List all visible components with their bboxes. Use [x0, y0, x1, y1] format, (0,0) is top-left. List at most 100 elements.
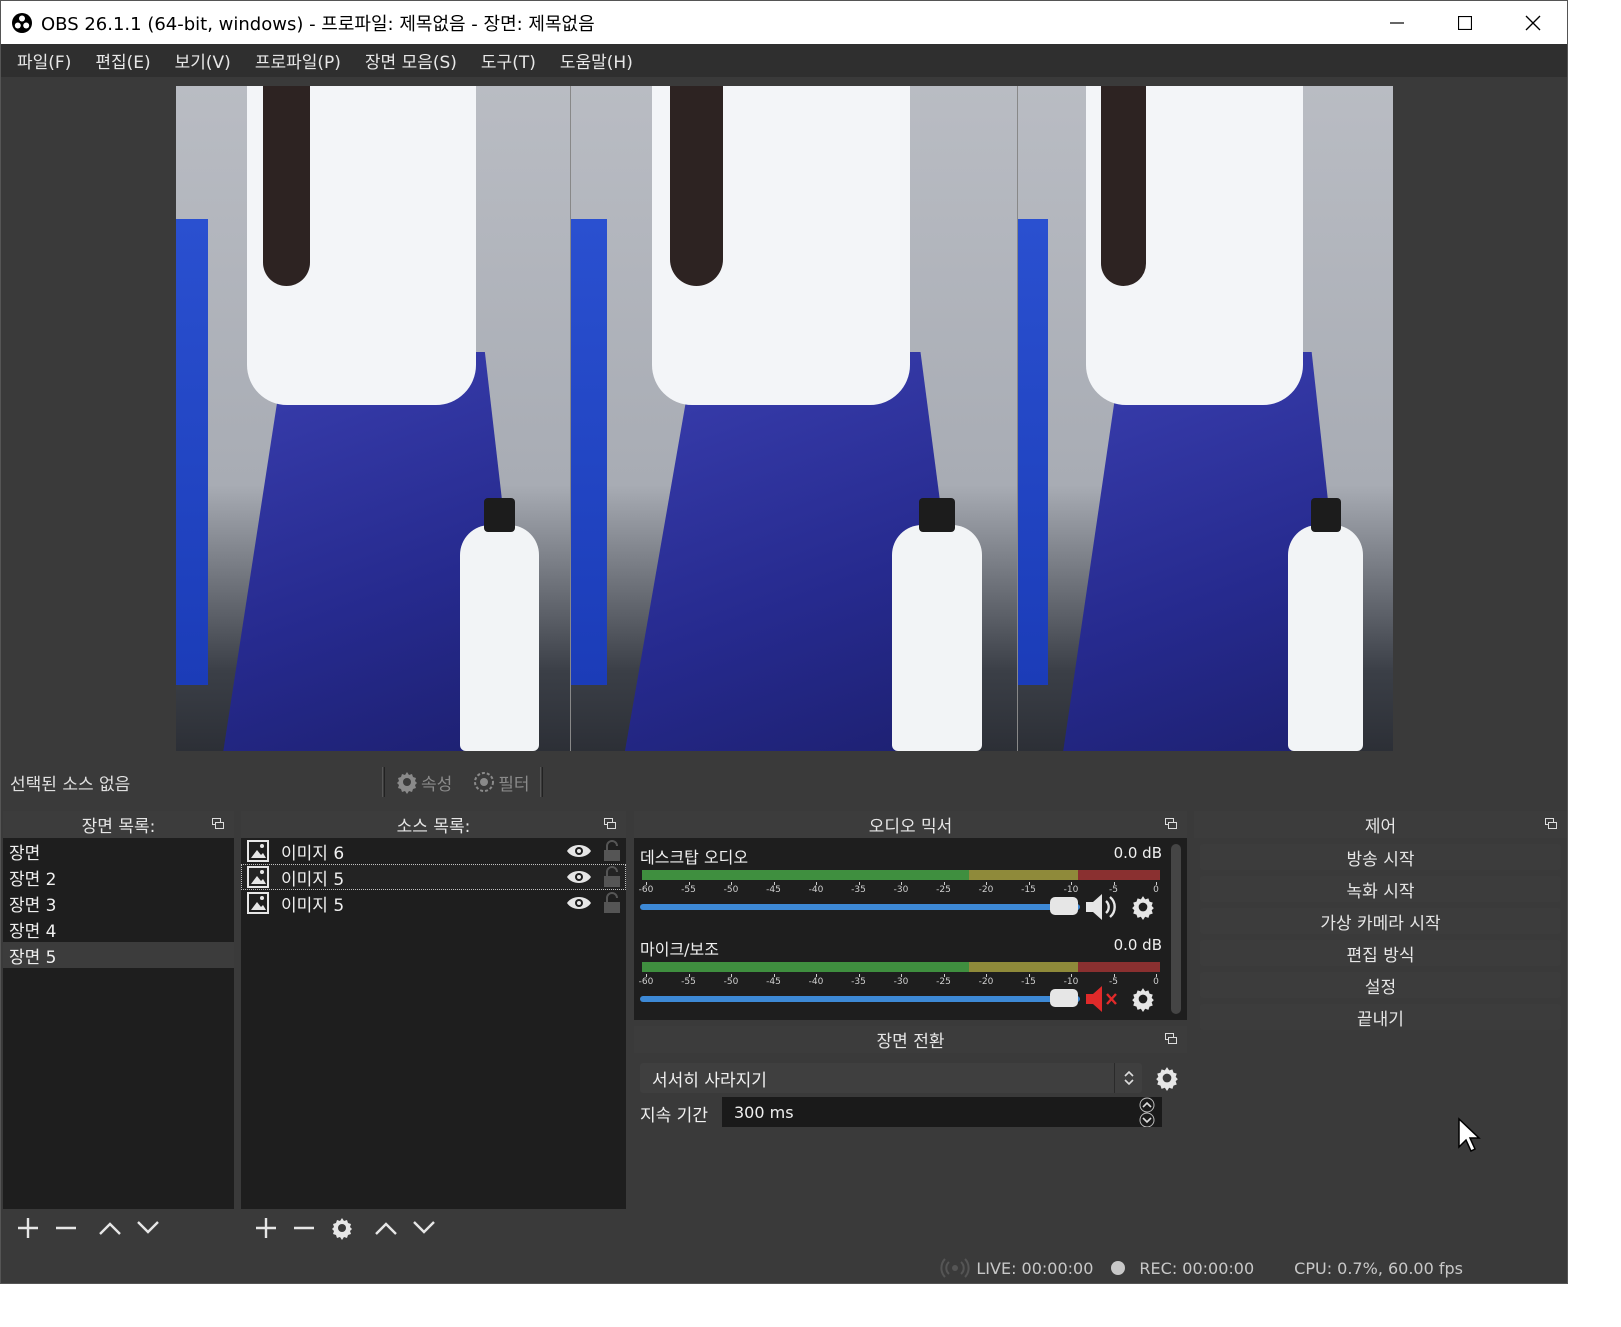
volume-slider-knob[interactable] [1050, 989, 1078, 1007]
meter-tick-label: -50 [723, 977, 739, 987]
eye-icon[interactable] [566, 894, 592, 912]
move-scene-up-button[interactable] [95, 1213, 125, 1243]
move-source-up-button[interactable] [371, 1213, 401, 1243]
scene-item[interactable]: 장면 3 [3, 890, 234, 916]
obs-logo-icon [12, 12, 32, 33]
source-name: 이미지 5 [281, 895, 345, 916]
eye-icon[interactable] [566, 868, 592, 886]
scene-item[interactable]: 장면 4 [3, 916, 234, 942]
gear-icon[interactable] [1130, 986, 1156, 1012]
start-streaming-button[interactable]: 방송 시작 [1200, 844, 1561, 870]
chevron-down-icon [413, 1221, 435, 1234]
settings-button[interactable]: 설정 [1200, 972, 1561, 998]
start-recording-button[interactable]: 녹화 시작 [1200, 876, 1561, 902]
menu-bar: 파일(F) 편집(E) 보기(V) 프로파일(P) 장면 모음(S) 도구(T)… [1, 44, 1567, 77]
volume-slider[interactable] [640, 996, 1080, 1002]
preview-image-panel [176, 86, 572, 751]
volume-slider-knob[interactable] [1050, 897, 1078, 915]
start-virtual-camera-button[interactable]: 가상 카메라 시작 [1200, 908, 1561, 934]
remove-scene-button[interactable] [51, 1213, 81, 1243]
image-source-icon [247, 866, 269, 888]
meter-tick-label: -60 [638, 885, 654, 895]
meter-tick-label: -40 [808, 977, 824, 987]
spinbox-arrows-icon[interactable] [1136, 1097, 1158, 1127]
scene-item-active[interactable]: 장면 5 [3, 942, 234, 968]
audio-mixer-dock: 오디오 믹서 데스크탑 오디오 0.0 dB -60 -55 -50 -45 -40 -3… [634, 811, 1187, 1020]
transition-select[interactable]: 서서히 사라지기 [640, 1063, 1142, 1093]
meter-tick-label: -60 [638, 977, 654, 987]
exit-button[interactable]: 끝내기 [1200, 1004, 1561, 1030]
source-item[interactable]: 이미지 5 [241, 890, 626, 916]
sources-footer [241, 1209, 626, 1247]
add-source-button[interactable] [251, 1213, 281, 1243]
channel-name: 데스크탑 오디오 [640, 848, 749, 867]
mixer-scrollbar[interactable] [1171, 844, 1181, 1014]
meter-tick-label: -30 [893, 977, 909, 987]
eye-icon[interactable] [566, 842, 592, 860]
float-dock-icon[interactable] [1165, 1033, 1177, 1045]
menu-edit[interactable]: 편집(E) [83, 48, 162, 73]
volume-slider[interactable] [640, 904, 1080, 910]
menu-tools[interactable]: 도구(T) [469, 48, 548, 73]
scene-item[interactable]: 장면 2 [3, 864, 234, 890]
source-list: 이미지 6 이미지 5 이미지 5 [241, 838, 626, 1209]
meter-tick-label: -25 [936, 977, 951, 987]
preview-image-panel [571, 86, 1019, 751]
speaker-icon[interactable] [1084, 892, 1120, 922]
float-dock-icon[interactable] [604, 818, 616, 830]
meter-tick-label: -30 [893, 885, 909, 895]
gear-icon[interactable] [1130, 894, 1156, 920]
meter-tick-label: -15 [1021, 885, 1036, 895]
scenes-dock-title: 장면 목록: [3, 811, 234, 838]
volume-meter [642, 962, 1160, 972]
sources-dock: 소스 목록: 이미지 6 이미지 5 이미지 5 [241, 811, 626, 1247]
mixer-channel: 데스크탑 오디오 0.0 dB -60 -55 -50 -45 -40 -35 -30 -25… [638, 844, 1162, 928]
scene-item[interactable]: 장면 [3, 838, 234, 864]
unlock-icon[interactable] [602, 840, 622, 862]
close-button[interactable] [1499, 1, 1567, 44]
speaker-muted-icon[interactable] [1084, 984, 1120, 1014]
preview-canvas[interactable] [176, 86, 1393, 751]
menu-help[interactable]: 도움말(H) [548, 48, 645, 73]
sources-dock-title: 소스 목록: [241, 811, 626, 838]
studio-mode-button[interactable]: 편집 방식 [1200, 940, 1561, 966]
menu-profile[interactable]: 프로파일(P) [243, 48, 353, 73]
meter-tick-label: -25 [936, 885, 951, 895]
minimize-button[interactable] [1363, 1, 1431, 44]
meter-tick-label: -40 [808, 885, 824, 895]
add-scene-button[interactable] [13, 1213, 43, 1243]
controls-title: 제어 [1194, 811, 1567, 838]
broadcast-icon [940, 1258, 970, 1278]
filters-label: 필터 [498, 774, 530, 795]
filter-icon [474, 772, 495, 792]
window-title: OBS 26.1.1 (64-bit, windows) - 프로파일: 제목없… [41, 13, 595, 35]
gear-icon[interactable] [1154, 1065, 1180, 1091]
meter-tick-label: -35 [851, 977, 866, 987]
filters-button[interactable]: 필터 [472, 770, 530, 795]
audio-mixer-title: 오디오 믹서 [634, 811, 1187, 838]
record-dot-icon [1111, 1261, 1126, 1275]
remove-source-button[interactable] [289, 1213, 319, 1243]
move-source-down-button[interactable] [409, 1213, 439, 1243]
source-item[interactable]: 이미지 6 [241, 838, 626, 864]
unlock-icon[interactable] [602, 866, 622, 888]
unlock-icon[interactable] [602, 892, 622, 914]
scene-list: 장면 장면 2 장면 3 장면 4 장면 5 [3, 838, 234, 1209]
float-dock-icon[interactable] [212, 818, 224, 830]
title-bar: OBS 26.1.1 (64-bit, windows) - 프로파일: 제목없… [1, 1, 1567, 44]
source-item-selected[interactable]: 이미지 5 [241, 864, 626, 890]
maximize-button[interactable] [1431, 1, 1499, 44]
meter-tick-label: -55 [681, 977, 696, 987]
duration-input[interactable]: 300 ms [722, 1097, 1162, 1127]
source-properties-button[interactable] [327, 1213, 357, 1243]
move-scene-down-button[interactable] [133, 1213, 163, 1243]
menu-file[interactable]: 파일(F) [5, 48, 83, 73]
properties-button[interactable]: 속성 [395, 770, 452, 795]
meter-tick-label: -45 [766, 977, 781, 987]
float-dock-icon[interactable] [1545, 818, 1557, 830]
preview-image-panel [1018, 86, 1393, 751]
channel-db: 0.0 dB [1113, 844, 1162, 862]
menu-scene-collection[interactable]: 장면 모음(S) [353, 48, 469, 73]
float-dock-icon[interactable] [1165, 818, 1177, 830]
menu-view[interactable]: 보기(V) [163, 48, 243, 73]
